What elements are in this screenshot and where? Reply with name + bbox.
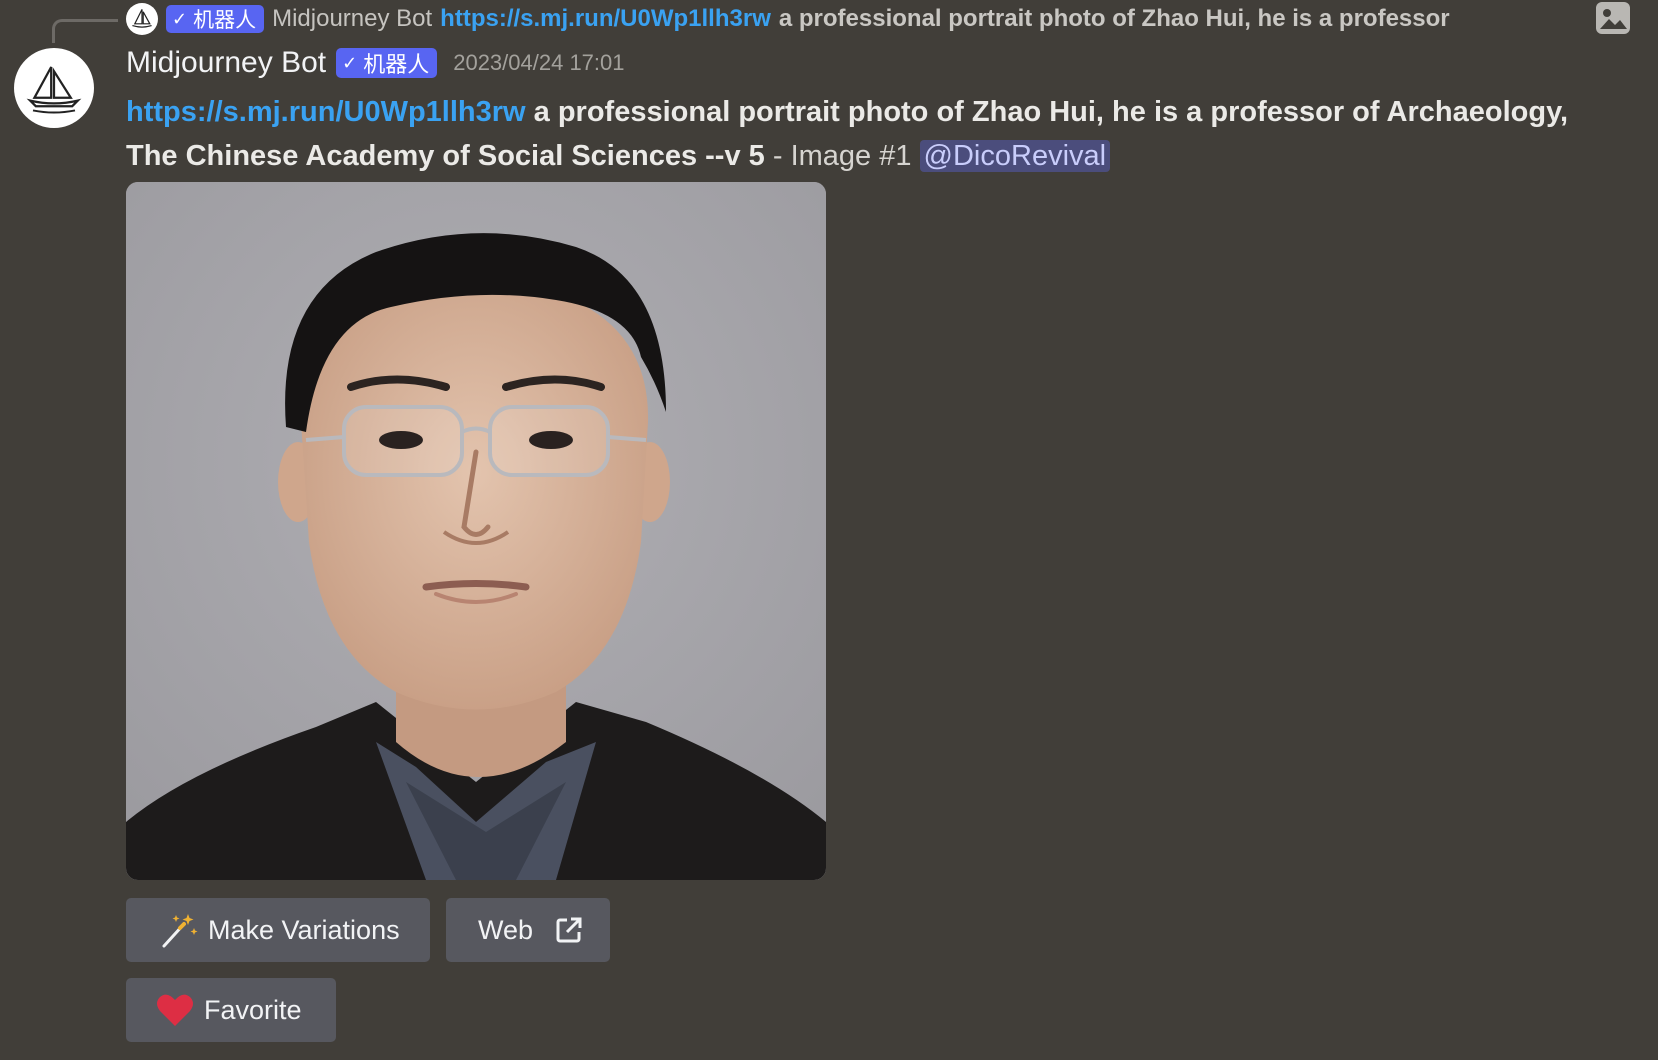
external-link-icon: [555, 916, 583, 944]
message-header: Midjourney Bot ✓ 机器人 2023/04/24 17:01: [126, 46, 625, 80]
reply-avatar[interactable]: [126, 3, 158, 35]
timestamp[interactable]: 2023/04/24 17:01: [453, 50, 624, 76]
image-icon: [1596, 2, 1630, 34]
sailboat-icon: [26, 66, 82, 114]
verified-check-icon: ✓: [172, 8, 188, 30]
message-content: https://s.mj.run/U0Wp1llh3rw a professio…: [126, 90, 1626, 178]
message-link[interactable]: https://s.mj.run/U0Wp1llh3rw: [126, 96, 526, 128]
favorite-button[interactable]: Favorite: [126, 978, 336, 1042]
verified-check-icon: ✓: [342, 52, 358, 74]
user-mention[interactable]: @DicoRevival: [919, 140, 1111, 172]
heart-icon: [156, 993, 194, 1027]
web-button[interactable]: Web: [446, 898, 610, 962]
magic-wand-icon: [158, 910, 198, 950]
sailboat-icon: [132, 9, 152, 28]
bot-badge-label: 机器人: [193, 8, 257, 32]
reply-text[interactable]: a professional portrait photo of Zhao Hu…: [779, 5, 1450, 33]
reply-link[interactable]: https://s.mj.run/U0Wp1llh3rw: [440, 5, 771, 33]
web-label: Web: [478, 914, 534, 945]
reply-author[interactable]: Midjourney Bot: [272, 5, 432, 33]
bot-avatar[interactable]: [14, 48, 94, 128]
make-variations-label: Make Variations: [208, 914, 400, 945]
favorite-label: Favorite: [204, 994, 302, 1025]
bot-badge: ✓ 机器人: [166, 5, 265, 33]
separator: -: [764, 140, 791, 172]
reply-spine: [52, 19, 118, 43]
bot-badge: ✓ 机器人: [336, 48, 438, 78]
bot-badge-label: 机器人: [363, 53, 430, 78]
portrait-illustration: [126, 182, 826, 880]
make-variations-button[interactable]: Make Variations: [126, 898, 430, 962]
reply-preview[interactable]: ✓ 机器人 Midjourney Bot https://s.mj.run/U0…: [126, 0, 1658, 38]
generated-image[interactable]: [126, 182, 826, 880]
image-label: Image #1: [790, 140, 912, 172]
author-name[interactable]: Midjourney Bot: [126, 46, 326, 80]
